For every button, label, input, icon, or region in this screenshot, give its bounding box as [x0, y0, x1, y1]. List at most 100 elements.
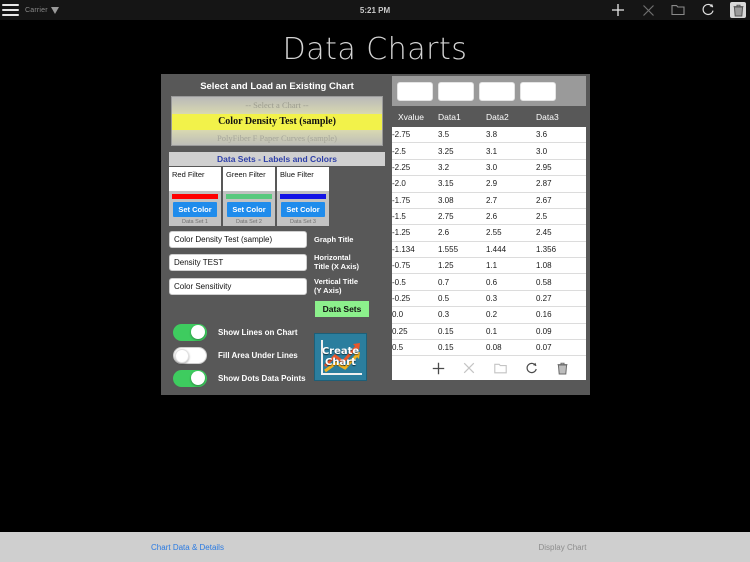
table-body: -2.75 3.5 3.8 3.6 -2.5 3.25 3.1 3.0 -2.25 3.2 3.0 2… — [392, 127, 586, 357]
data1-input[interactable] — [438, 81, 474, 101]
table-cell-data1: 0.3 — [438, 310, 450, 320]
table-cell-data3: 0.27 — [536, 293, 552, 303]
table-row[interactable]: -1.134 1.555 1.444 1.356 — [392, 242, 586, 258]
table-cell-data1: 3.15 — [438, 179, 454, 189]
refresh-icon[interactable] — [700, 2, 716, 18]
table-cell-data3: 0.16 — [536, 310, 552, 320]
table-cell-data2: 1.1 — [486, 261, 498, 271]
dataset-footer-1: Data Set 1 — [182, 219, 208, 225]
table-row[interactable]: -2.75 3.5 3.8 3.6 — [392, 127, 586, 144]
dataset-card-2: Green Filter Set Color Data Set 2 — [223, 167, 275, 226]
dataset-card-1: Red Filter Set Color Data Set 1 — [169, 167, 221, 226]
chart-picker[interactable]: -- Select a Chart -- Color Density Test … — [171, 96, 383, 146]
y-axis-title-label-line2: (Y Axis) — [314, 286, 342, 296]
column-header-xvalue: Xvalue — [398, 112, 424, 122]
refresh-icon[interactable] — [524, 361, 538, 375]
column-header-data1: Data1 — [438, 112, 461, 122]
table-row[interactable]: -1.75 3.08 2.7 2.67 — [392, 193, 586, 209]
y-axis-title-input[interactable]: Color Sensitivity — [169, 277, 307, 295]
add-icon[interactable] — [431, 361, 445, 375]
tab-chart-data-details[interactable]: Chart Data & Details — [0, 543, 375, 552]
table-cell-data1: 0.15 — [438, 343, 454, 353]
table-cell-data3: 2.45 — [536, 228, 552, 238]
app-root: Carrier 5:21 PM Data Charts Select and L… — [0, 0, 750, 562]
create-chart-button[interactable]: Create Chart — [314, 333, 367, 381]
table-cell-xvalue: -0.25 — [392, 293, 411, 303]
table-row[interactable]: -0.5 0.7 0.6 0.58 — [392, 274, 586, 291]
dataset-name-input-2[interactable]: Green Filter — [223, 167, 275, 191]
select-chart-heading: Select and Load an Existing Chart — [200, 81, 354, 92]
create-chart-label: Create Chart — [315, 346, 366, 368]
table-cell-data2: 0.2 — [486, 310, 498, 320]
x-axis-title-label-line2: Title (X Axis) — [314, 262, 360, 272]
table-row[interactable]: -1.25 2.6 2.55 2.45 — [392, 225, 586, 242]
table-cell-data2: 0.6 — [486, 277, 498, 287]
y-axis-title-label-line1: Vertical Title — [314, 276, 359, 286]
picker-option-placeholder[interactable]: -- Select a Chart -- — [172, 97, 382, 114]
table-cell-data1: 2.75 — [438, 212, 454, 222]
table-row[interactable]: -2.0 3.15 2.9 2.87 — [392, 176, 586, 193]
table-row[interactable]: 0.25 0.15 0.1 0.09 — [392, 324, 586, 340]
table-cell-data2: 2.6 — [486, 212, 498, 222]
table-row[interactable]: -2.5 3.25 3.1 3.0 — [392, 143, 586, 160]
tab-display-chart[interactable]: Display Chart — [375, 543, 750, 552]
table-cell-data3: 2.67 — [536, 195, 552, 205]
x-axis-title-label-line1: Horizontal — [314, 253, 351, 262]
table-row[interactable]: 0.5 0.15 0.08 0.07 — [392, 340, 586, 357]
right-column: Xvalue Data1 Data2 Data3 -2.75 3.5 3.8 3.6-… — [392, 76, 586, 381]
folder-icon[interactable] — [670, 2, 686, 18]
set-color-button-1[interactable]: Set Color — [173, 202, 217, 217]
status-bar: Carrier 5:21 PM — [0, 0, 750, 20]
table-cell-xvalue: -1.134 — [392, 244, 415, 254]
picker-option-selected[interactable]: Color Density Test (sample) — [172, 113, 382, 130]
toggle-show-lines[interactable] — [173, 323, 207, 341]
x-axis-title-label: Horizontal Title (X Axis) — [314, 253, 359, 272]
add-icon[interactable] — [610, 2, 626, 18]
table-cell-data2: 0.3 — [486, 293, 498, 303]
dataset-name-input-1[interactable]: Red Filter — [169, 167, 221, 191]
xvalue-input[interactable] — [397, 81, 433, 101]
x-axis-title-input[interactable]: Density TEST — [169, 253, 307, 271]
table-cell-data1: 3.2 — [438, 162, 450, 172]
graph-title-input[interactable]: Color Density Test (sample) — [169, 231, 307, 248]
table-cell-xvalue: 0.0 — [392, 310, 404, 320]
set-color-button-3[interactable]: Set Color — [281, 202, 325, 217]
page-title: Data Charts — [282, 32, 468, 67]
create-chart-label-line1: Create — [321, 346, 360, 357]
table-cell-data2: 3.0 — [486, 162, 498, 172]
table-row[interactable]: 0.0 0.3 0.2 0.16 — [392, 307, 586, 324]
table-cell-data2: 0.1 — [486, 326, 498, 336]
table-row[interactable]: -0.75 1.25 1.1 1.08 — [392, 258, 586, 275]
table-header-row: Xvalue Data1 Data2 Data3 — [392, 108, 586, 127]
table-cell-xvalue: 0.25 — [392, 326, 408, 336]
dataset-card-3: Blue Filter Set Color Data Set 3 — [277, 167, 329, 226]
toggle-fill-area[interactable] — [173, 346, 207, 364]
data3-input[interactable] — [520, 81, 556, 101]
table-cell-data2: 0.08 — [486, 343, 502, 353]
table-cell-data2: 2.55 — [486, 228, 502, 238]
trash-icon[interactable] — [730, 2, 746, 18]
table-cell-data2: 2.7 — [486, 195, 498, 205]
table-cell-xvalue: -2.0 — [392, 179, 406, 189]
table-row[interactable]: -0.25 0.5 0.3 0.27 — [392, 291, 586, 308]
data-sets-button[interactable]: Data Sets — [315, 300, 369, 317]
dataset-footer-2: Data Set 2 — [236, 219, 262, 225]
table-row[interactable]: -2.25 3.2 3.0 2.95 — [392, 160, 586, 177]
dataset-name-input-3[interactable]: Blue Filter — [277, 167, 329, 191]
table-cell-xvalue: -2.25 — [392, 162, 411, 172]
trash-icon[interactable] — [555, 361, 569, 375]
toggle-show-dots[interactable] — [173, 369, 207, 387]
close-icon[interactable] — [640, 2, 656, 18]
graph-title-label: Graph Title — [314, 234, 354, 244]
table-row[interactable]: -1.5 2.75 2.6 2.5 — [392, 209, 586, 226]
table-cell-data3: 2.87 — [536, 179, 552, 189]
table-cell-xvalue: -1.5 — [392, 212, 406, 222]
set-color-button-2[interactable]: Set Color — [227, 202, 271, 217]
x-axis-title-row: Density TEST Horizontal Title (X Axis) — [169, 253, 385, 272]
data2-input[interactable] — [479, 81, 515, 101]
table-cell-data3: 0.09 — [536, 326, 552, 336]
picker-option-other[interactable]: PolyFiber F Paper Curves (sample) — [172, 130, 382, 145]
table-cell-data3: 1.356 — [536, 244, 557, 254]
graph-title-row: Color Density Test (sample) Graph Title — [169, 231, 385, 248]
folder-icon — [493, 361, 507, 375]
